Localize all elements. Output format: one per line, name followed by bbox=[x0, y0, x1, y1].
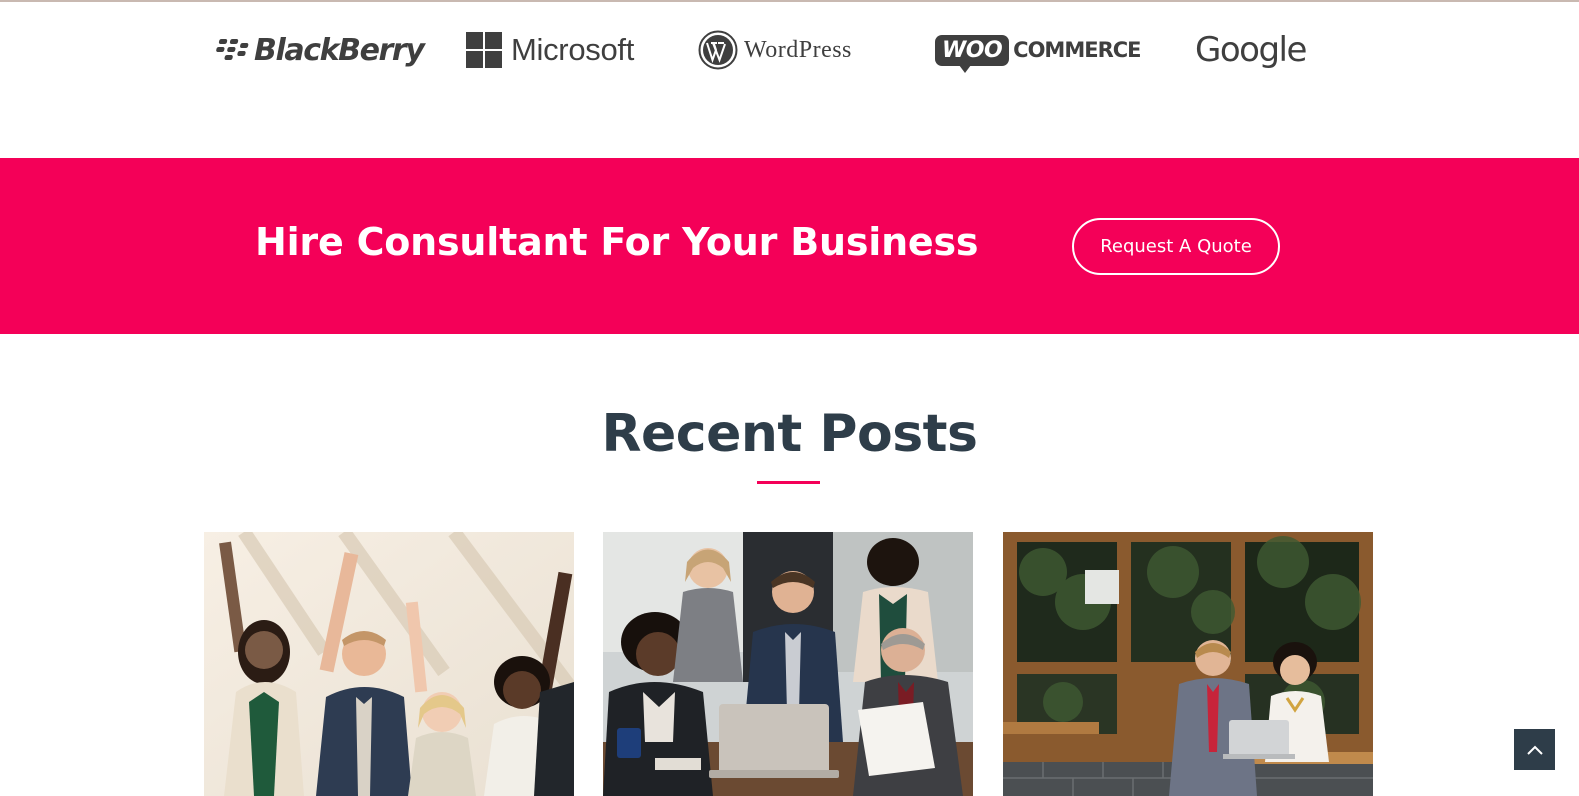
post-card[interactable] bbox=[603, 532, 973, 796]
wordpress-wordmark: WordPress bbox=[744, 36, 852, 63]
blackberry-icon bbox=[216, 39, 249, 60]
blackberry-wordmark: BlackBerry bbox=[254, 32, 425, 68]
request-quote-button[interactable]: Request A Quote bbox=[1072, 218, 1280, 275]
woocommerce-logo: WOO COMMERCE bbox=[935, 28, 1142, 73]
recent-posts-title: Recent Posts bbox=[601, 404, 978, 464]
cta-banner: Hire Consultant For Your Business Reques… bbox=[0, 158, 1579, 334]
woo-badge: WOO bbox=[935, 34, 1010, 73]
business-meeting-laptop-photo bbox=[603, 532, 973, 796]
post-card[interactable] bbox=[204, 532, 574, 796]
wordpress-icon bbox=[698, 30, 738, 70]
team-celebrating-photo bbox=[204, 532, 574, 796]
cta-title: Hire Consultant For Your Business bbox=[255, 220, 979, 264]
wordpress-logo: WordPress bbox=[698, 28, 852, 72]
blackberry-logo: BlackBerry bbox=[216, 28, 425, 72]
chevron-up-icon bbox=[1526, 745, 1543, 755]
title-underline bbox=[757, 481, 820, 484]
partner-logos: BlackBerry Microsoft WordPress WOO COMME… bbox=[0, 2, 1579, 158]
post-card[interactable] bbox=[1003, 532, 1373, 796]
cafe-meeting-photo bbox=[1003, 532, 1373, 796]
microsoft-logo: Microsoft bbox=[466, 28, 634, 72]
woocommerce-wordmark: COMMERCE bbox=[1013, 38, 1141, 62]
microsoft-wordmark: Microsoft bbox=[511, 32, 635, 67]
scroll-to-top-button[interactable] bbox=[1514, 729, 1555, 770]
microsoft-icon bbox=[466, 32, 502, 68]
google-wordmark: Google bbox=[1195, 30, 1307, 70]
google-logo: Google bbox=[1195, 28, 1307, 72]
